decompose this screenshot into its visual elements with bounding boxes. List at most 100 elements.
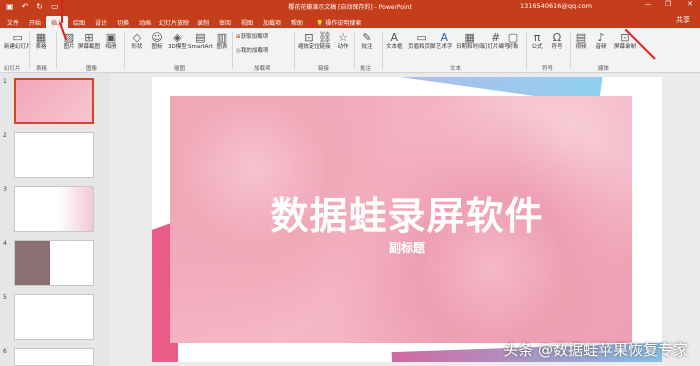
group-label-symbols: 符号	[542, 66, 554, 72]
date-time-button[interactable]: ▦ 日期和时间	[456, 31, 484, 51]
calendar-icon: ▦	[464, 31, 475, 44]
tab-transitions[interactable]: 切换	[112, 16, 134, 28]
slide-number: 5	[3, 294, 7, 301]
link-button[interactable]: ⛓ 链接	[318, 31, 332, 51]
comment-icon: ✎	[362, 31, 372, 44]
table-button[interactable]: ▦ 表格	[34, 31, 48, 51]
slide-thumbnail[interactable]	[14, 186, 94, 232]
wordart-icon: A	[440, 31, 449, 44]
cube-icon: ◈	[173, 31, 182, 44]
tab-help[interactable]: 帮助	[286, 16, 308, 28]
share-button[interactable]: 共享	[676, 15, 690, 25]
group-separator	[56, 32, 57, 69]
tab-slideshow[interactable]: 幻灯片放映	[156, 16, 192, 28]
table-icon: ▦	[35, 31, 47, 44]
smartart-icon: ▤	[195, 31, 206, 44]
audio-button[interactable]: ♪ 音频	[594, 31, 608, 51]
group-separator	[294, 32, 295, 69]
symbol-button[interactable]: Ω 符号	[550, 31, 564, 51]
slide-thumbnail[interactable]	[14, 132, 94, 178]
group-separator	[124, 32, 125, 69]
group-separator	[570, 32, 571, 69]
slide-thumbnail[interactable]	[14, 294, 94, 340]
search-box[interactable]: 💡 操作说明搜索	[316, 16, 361, 28]
slide-number: 4	[3, 240, 7, 247]
slide-title[interactable]: 数据蛙录屏软件	[152, 185, 662, 240]
slide-thumbnail[interactable]	[14, 78, 94, 124]
equation-button[interactable]: π 公式	[530, 31, 544, 51]
tab-design[interactable]: 设计	[90, 16, 112, 28]
header-footer-button[interactable]: ▭ 页眉和页脚	[408, 31, 436, 51]
video-button[interactable]: ▤ 视频	[574, 31, 588, 51]
zoom-icon: ⊡	[304, 31, 314, 44]
undo-icon[interactable]: ↶	[22, 2, 29, 11]
header-footer-icon: ▭	[416, 31, 427, 44]
video-icon: ▤	[575, 31, 587, 44]
photo-album-button[interactable]: ▣ 相册	[104, 31, 118, 51]
slide-number: 1	[3, 78, 7, 85]
group-label-slides: 幻灯片	[4, 66, 21, 72]
tab-home[interactable]: 开始	[24, 16, 46, 28]
present-icon[interactable]: ▭	[51, 2, 59, 11]
comment-button[interactable]: ✎ 批注	[360, 31, 374, 51]
slide-thumbnail[interactable]	[14, 348, 94, 366]
lightbulb-icon: 💡	[316, 20, 326, 27]
group-label-images: 图像	[86, 66, 98, 72]
tab-review[interactable]: 审阅	[214, 16, 236, 28]
slide-thumbnail[interactable]	[14, 240, 94, 286]
account-name[interactable]: 1316540616@qq.com	[520, 2, 592, 10]
screenshot-button[interactable]: ⊞ 屏幕截图	[78, 31, 100, 51]
group-label-comments: 批注	[360, 66, 372, 72]
group-separator	[526, 32, 527, 69]
tab-animations[interactable]: 动画	[134, 16, 156, 28]
icons-button[interactable]: ☺ 图标	[150, 31, 164, 51]
object-icon: ▢	[507, 31, 519, 44]
speaker-icon: ♪	[597, 31, 605, 44]
group-label-addins: 加载项	[254, 66, 271, 72]
omega-icon: Ω	[552, 31, 562, 44]
my-addins-button[interactable]: ◎ 我的加载项	[236, 48, 268, 55]
tab-record[interactable]: 录制	[192, 16, 214, 28]
textbox-button[interactable]: A 文本框	[386, 31, 403, 51]
minimize-button[interactable]: —	[640, 0, 656, 8]
textbox-icon: A	[390, 31, 399, 44]
title-bar: ▣ ↶ ↻ ▭ 樱花花瓣演示文稿 [自动保存的] - PowerPoint 13…	[0, 0, 700, 13]
annotation-arrow	[61, 0, 63, 23]
document-title: 樱花花瓣演示文稿 [自动保存的] - PowerPoint	[288, 4, 412, 11]
redo-icon[interactable]: ↻	[36, 2, 43, 11]
group-label-text: 文本	[450, 66, 462, 72]
zoom-button[interactable]: ⊡ 缩放定位	[298, 31, 320, 51]
pi-icon: π	[533, 31, 541, 44]
action-icon: ☆	[338, 31, 348, 44]
get-addins-button[interactable]: ⊞ 获取加载项	[236, 34, 268, 41]
group-separator	[382, 32, 383, 69]
screen-recording-button[interactable]: ⊡ 屏幕录制	[614, 31, 636, 51]
icons-icon: ☺	[151, 31, 163, 44]
close-button[interactable]: ✕	[682, 0, 698, 8]
new-slide-button[interactable]: ▭ 新建幻灯片	[4, 31, 32, 51]
shapes-icon: ◇	[132, 31, 142, 44]
group-separator	[232, 32, 233, 69]
wordart-button[interactable]: A 艺术字	[436, 31, 453, 51]
chart-icon: ▥	[216, 31, 228, 44]
album-icon: ▣	[105, 31, 117, 44]
shapes-button[interactable]: ◇ 形状	[130, 31, 144, 51]
group-label-media: 媒体	[598, 66, 610, 72]
action-button[interactable]: ☆ 动作	[336, 31, 350, 51]
current-slide[interactable]: 数据蛙录屏软件 副标题	[152, 77, 662, 362]
tab-file[interactable]: 文件	[2, 16, 24, 28]
slide-subtitle[interactable]: 副标题	[152, 239, 662, 256]
quick-access: ▣ ↶ ↻ ▭	[0, 2, 59, 11]
slide-thumbnail-panel: 1 2 3 4 5 6	[0, 74, 100, 366]
smartart-button[interactable]: ▤ SmartArt	[188, 31, 213, 51]
chart-button[interactable]: ▥ 图表	[215, 31, 229, 51]
restore-button[interactable]: ❐	[660, 0, 676, 8]
tab-addins[interactable]: 加载项	[258, 16, 286, 28]
tab-draw[interactable]: 绘图	[68, 16, 90, 28]
object-button[interactable]: ▢ 对象	[506, 31, 520, 51]
tab-view[interactable]: 视图	[236, 16, 258, 28]
3d-models-button[interactable]: ◈ 3D模型	[168, 31, 187, 51]
tab-insert[interactable]: 插入	[46, 16, 68, 28]
save-icon[interactable]: ▣	[6, 2, 14, 11]
ribbon-tabs: 文件 开始 插入 绘图 设计 切换 动画 幻灯片放映 录制 审阅 视图 加载项 …	[0, 13, 700, 28]
